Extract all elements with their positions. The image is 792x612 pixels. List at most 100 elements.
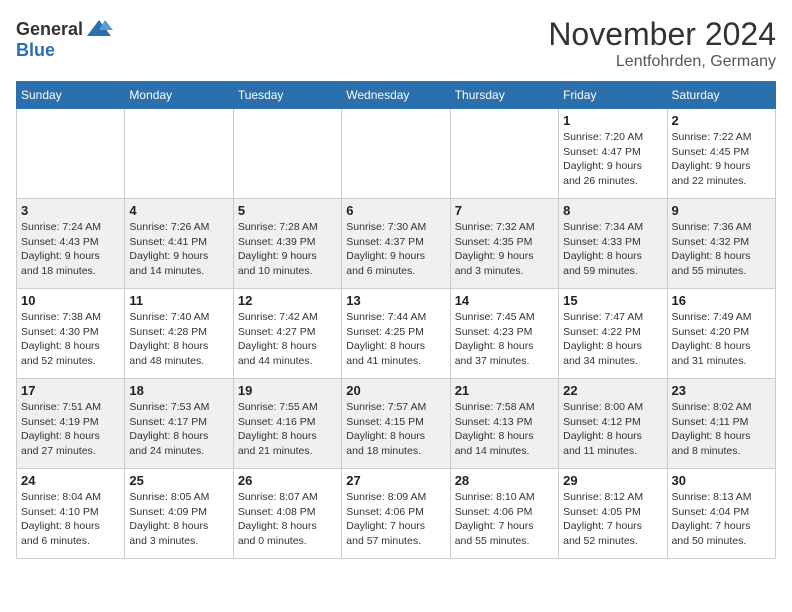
weekday-header-row: SundayMondayTuesdayWednesdayThursdayFrid… (17, 82, 776, 109)
calendar-cell: 16Sunrise: 7:49 AM Sunset: 4:20 PM Dayli… (667, 289, 775, 379)
day-number: 14 (455, 293, 554, 308)
calendar-cell: 26 Sunrise: 8:07 AM Sunset: 4:08 PM Dayli… (233, 469, 341, 559)
day-info: Sunrise: 7:58 AM Sunset: 4:13 PM Dayligh… (455, 400, 554, 459)
day-number: 22 (563, 383, 662, 398)
calendar-cell: 6 Sunrise: 7:30 AM Sunset: 4:37 PM Daylig… (342, 199, 450, 289)
calendar-cell: 29Sunrise: 8:12 AM Sunset: 4:05 PM Dayli… (559, 469, 667, 559)
day-info: Sunrise: 7:26 AM Sunset: 4:41 PM Dayligh… (129, 220, 228, 279)
day-info: Sunrise: 7:30 AM Sunset: 4:37 PM Dayligh… (346, 220, 445, 279)
day-number: 13 (346, 293, 445, 308)
day-info: Sunrise: 8:07 AM Sunset: 4:08 PM Dayligh… (238, 490, 337, 549)
day-info: Sunrise: 8:00 AM Sunset: 4:12 PM Dayligh… (563, 400, 662, 459)
day-number: 26 (238, 473, 337, 488)
weekday-header-saturday: Saturday (667, 82, 775, 109)
calendar-cell: 25 Sunrise: 8:05 AM Sunset: 4:09 PM Dayli… (125, 469, 233, 559)
day-info: Sunrise: 7:44 AM Sunset: 4:25 PM Dayligh… (346, 310, 445, 369)
day-info: Sunrise: 8:02 AM Sunset: 4:11 PM Dayligh… (672, 400, 771, 459)
day-info: Sunrise: 7:36 AM Sunset: 4:32 PM Dayligh… (672, 220, 771, 279)
calendar-cell: 21 Sunrise: 7:58 AM Sunset: 4:13 PM Dayli… (450, 379, 558, 469)
day-number: 30 (672, 473, 771, 488)
weekday-header-thursday: Thursday (450, 82, 558, 109)
day-number: 24 (21, 473, 120, 488)
calendar-cell: 8 Sunrise: 7:34 AM Sunset: 4:33 PM Daylig… (559, 199, 667, 289)
calendar-cell: 20 Sunrise: 7:57 AM Sunset: 4:15 PM Dayli… (342, 379, 450, 469)
calendar-cell: 22 Sunrise: 8:00 AM Sunset: 4:12 PM Dayli… (559, 379, 667, 469)
day-number: 27 (346, 473, 445, 488)
day-number: 18 (129, 383, 228, 398)
calendar-cell: 12 Sunrise: 7:42 AM Sunset: 4:27 PM Dayli… (233, 289, 341, 379)
calendar-cell: 28 Sunrise: 8:10 AM Sunset: 4:06 PM Dayli… (450, 469, 558, 559)
day-info: Sunrise: 7:34 AM Sunset: 4:33 PM Dayligh… (563, 220, 662, 279)
calendar-cell: 5 Sunrise: 7:28 AM Sunset: 4:39 PM Daylig… (233, 199, 341, 289)
calendar-cell: 11Sunrise: 7:40 AM Sunset: 4:28 PM Dayli… (125, 289, 233, 379)
day-info: Sunrise: 8:05 AM Sunset: 4:09 PM Dayligh… (129, 490, 228, 549)
day-number: 9 (672, 203, 771, 218)
calendar-week-5: 24Sunrise: 8:04 AM Sunset: 4:10 PM Dayli… (17, 469, 776, 559)
calendar-cell (17, 109, 125, 199)
day-number: 20 (346, 383, 445, 398)
logo-icon (85, 16, 113, 44)
day-number: 6 (346, 203, 445, 218)
calendar-cell: 15 Sunrise: 7:47 AM Sunset: 4:22 PM Dayli… (559, 289, 667, 379)
calendar-cell: 9 Sunrise: 7:36 AM Sunset: 4:32 PM Daylig… (667, 199, 775, 289)
logo: General Blue (16, 16, 113, 61)
calendar-cell: 1 Sunrise: 7:20 AM Sunset: 4:47 PM Daylig… (559, 109, 667, 199)
day-number: 10 (21, 293, 120, 308)
day-info: Sunrise: 7:53 AM Sunset: 4:17 PM Dayligh… (129, 400, 228, 459)
calendar-cell: 10 Sunrise: 7:38 AM Sunset: 4:30 PM Dayli… (17, 289, 125, 379)
calendar-cell: 7Sunrise: 7:32 AM Sunset: 4:35 PM Daylig… (450, 199, 558, 289)
day-info: Sunrise: 7:40 AM Sunset: 4:28 PM Dayligh… (129, 310, 228, 369)
calendar-cell: 13 Sunrise: 7:44 AM Sunset: 4:25 PM Dayli… (342, 289, 450, 379)
weekday-header-tuesday: Tuesday (233, 82, 341, 109)
calendar-week-3: 10 Sunrise: 7:38 AM Sunset: 4:30 PM Dayli… (17, 289, 776, 379)
day-number: 28 (455, 473, 554, 488)
day-info: Sunrise: 7:45 AM Sunset: 4:23 PM Dayligh… (455, 310, 554, 369)
day-info: Sunrise: 7:51 AM Sunset: 4:19 PM Dayligh… (21, 400, 120, 459)
day-number: 8 (563, 203, 662, 218)
calendar-cell: 30Sunrise: 8:13 AM Sunset: 4:04 PM Dayli… (667, 469, 775, 559)
location-subtitle: Lentfohrden, Germany (548, 53, 776, 71)
day-number: 17 (21, 383, 120, 398)
title-block: November 2024 Lentfohrden, Germany (548, 16, 776, 71)
day-number: 25 (129, 473, 228, 488)
day-number: 12 (238, 293, 337, 308)
day-number: 1 (563, 113, 662, 128)
day-info: Sunrise: 7:22 AM Sunset: 4:45 PM Dayligh… (672, 130, 771, 189)
day-info: Sunrise: 7:38 AM Sunset: 4:30 PM Dayligh… (21, 310, 120, 369)
day-info: Sunrise: 7:47 AM Sunset: 4:22 PM Dayligh… (563, 310, 662, 369)
calendar-cell: 27Sunrise: 8:09 AM Sunset: 4:06 PM Dayli… (342, 469, 450, 559)
calendar-cell: 23 Sunrise: 8:02 AM Sunset: 4:11 PM Dayli… (667, 379, 775, 469)
day-info: Sunrise: 7:57 AM Sunset: 4:15 PM Dayligh… (346, 400, 445, 459)
day-number: 21 (455, 383, 554, 398)
calendar-cell: 4Sunrise: 7:26 AM Sunset: 4:41 PM Daylig… (125, 199, 233, 289)
day-number: 7 (455, 203, 554, 218)
calendar-cell (233, 109, 341, 199)
weekday-header-friday: Friday (559, 82, 667, 109)
calendar-cell: 17 Sunrise: 7:51 AM Sunset: 4:19 PM Dayli… (17, 379, 125, 469)
day-number: 19 (238, 383, 337, 398)
weekday-header-monday: Monday (125, 82, 233, 109)
calendar-week-2: 3 Sunrise: 7:24 AM Sunset: 4:43 PM Daylig… (17, 199, 776, 289)
calendar-cell: 3 Sunrise: 7:24 AM Sunset: 4:43 PM Daylig… (17, 199, 125, 289)
calendar-cell: 19Sunrise: 7:55 AM Sunset: 4:16 PM Dayli… (233, 379, 341, 469)
calendar-cell: 14 Sunrise: 7:45 AM Sunset: 4:23 PM Dayli… (450, 289, 558, 379)
day-info: Sunrise: 7:20 AM Sunset: 4:47 PM Dayligh… (563, 130, 662, 189)
page-header: General Blue November 2024 Lentfohrden, … (16, 16, 776, 71)
day-number: 15 (563, 293, 662, 308)
calendar-week-1: 1 Sunrise: 7:20 AM Sunset: 4:47 PM Daylig… (17, 109, 776, 199)
day-number: 23 (672, 383, 771, 398)
calendar-cell: 24Sunrise: 8:04 AM Sunset: 4:10 PM Dayli… (17, 469, 125, 559)
calendar-table: SundayMondayTuesdayWednesdayThursdayFrid… (16, 81, 776, 559)
day-number: 5 (238, 203, 337, 218)
day-info: Sunrise: 7:24 AM Sunset: 4:43 PM Dayligh… (21, 220, 120, 279)
month-title: November 2024 (548, 16, 776, 53)
day-info: Sunrise: 7:28 AM Sunset: 4:39 PM Dayligh… (238, 220, 337, 279)
day-number: 16 (672, 293, 771, 308)
day-info: Sunrise: 8:10 AM Sunset: 4:06 PM Dayligh… (455, 490, 554, 549)
logo-general: General (16, 19, 83, 39)
day-number: 3 (21, 203, 120, 218)
day-number: 2 (672, 113, 771, 128)
day-info: Sunrise: 7:42 AM Sunset: 4:27 PM Dayligh… (238, 310, 337, 369)
calendar-cell (125, 109, 233, 199)
day-info: Sunrise: 8:12 AM Sunset: 4:05 PM Dayligh… (563, 490, 662, 549)
